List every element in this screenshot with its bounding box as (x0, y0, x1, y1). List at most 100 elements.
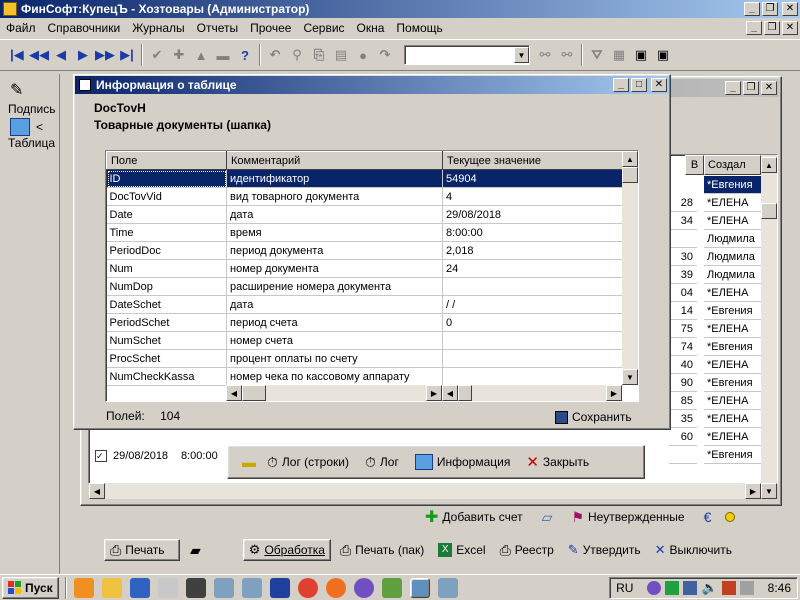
table-row[interactable]: ID идентификатор 54904 (106, 169, 623, 188)
menu-file[interactable]: Файл (0, 19, 42, 37)
fields-scroll-down-icon[interactable]: ▼ (622, 369, 638, 385)
firefox-icon[interactable] (325, 577, 346, 598)
excel-button[interactable]: X Excel (433, 539, 490, 561)
processing-button[interactable]: ⚙ Обработка (242, 539, 331, 561)
table-label[interactable]: Таблица (2, 136, 59, 150)
approve-button[interactable]: ✎ Утвердить (563, 539, 646, 561)
child-restore-button[interactable]: ❐ (764, 21, 780, 35)
window-cascade-icon[interactable]: ▣ (652, 44, 674, 66)
table-row[interactable]: Time время 8:00:00 (106, 223, 623, 242)
last-record-icon[interactable]: ▶| (116, 44, 138, 66)
prev-page-icon[interactable]: ◀◀ (28, 44, 50, 66)
media-player-icon[interactable] (73, 577, 94, 598)
network-tool-2-icon[interactable] (241, 577, 262, 598)
unconfirmed-button[interactable]: ⚑ Неутвержденные (566, 506, 689, 528)
restore-button[interactable]: ❐ (762, 2, 778, 16)
grid-hscroll-bar[interactable]: ◀ ▶ (89, 483, 761, 499)
value-scroll-thumb[interactable] (458, 385, 472, 401)
start-button[interactable]: Пуск (2, 576, 59, 599)
child-minimize-button[interactable]: _ (746, 21, 762, 35)
registry-button[interactable]: ⎙ Реестр (495, 539, 559, 561)
viber-icon[interactable] (353, 577, 374, 598)
column-header-field[interactable]: Поле (106, 151, 227, 170)
table-row[interactable]: NumCheckKassa номер чека по кассовому апп… (106, 367, 623, 386)
table-row[interactable]: NumSchet номер счета (106, 331, 623, 350)
check-icon[interactable]: ✔ (146, 44, 168, 66)
stop-icon[interactable]: ● (352, 44, 374, 66)
next-page-icon[interactable]: ▶▶ (94, 44, 116, 66)
triangle-up-icon[interactable]: ▲ (190, 44, 212, 66)
tray-app-2-icon[interactable] (739, 580, 754, 595)
info-button[interactable]: Информация (410, 451, 515, 473)
menu-other[interactable]: Прочее (244, 19, 297, 37)
search-combo[interactable]: ▼ (404, 45, 530, 65)
folder-icon[interactable] (101, 577, 122, 598)
network-tool-3-icon[interactable] (437, 577, 458, 598)
fields-hscroll-right[interactable]: ◀ ▶ (442, 385, 622, 401)
menu-service[interactable]: Сервис (297, 19, 350, 37)
table-row[interactable]: Num номер документа 24 (106, 259, 623, 278)
dialog-maximize-button[interactable]: □ (631, 78, 647, 92)
doc-close-button[interactable]: ✕ (761, 81, 777, 95)
hscroll-left-icon[interactable]: ◀ (89, 483, 105, 499)
column-header-created[interactable]: Создал (704, 155, 761, 175)
menu-directories[interactable]: Справочники (42, 19, 127, 37)
language-indicator[interactable]: RU (616, 581, 633, 595)
row-checkbox-icon[interactable]: ✓ (95, 450, 107, 462)
dialog-close-button[interactable]: ✕ (651, 78, 667, 92)
security-tray-icon[interactable] (665, 580, 680, 595)
network-tray-icon[interactable] (683, 580, 698, 595)
fields-hscroll-left[interactable]: ◀ ▶ (226, 385, 442, 401)
column-header-value[interactable]: Текущее значение (442, 151, 623, 170)
comment-scroll-left-icon[interactable]: ◀ (226, 385, 242, 401)
key-icon[interactable]: ▬ (242, 454, 256, 470)
log-rows-button[interactable]: ⏱ Лог (строки) (262, 451, 354, 473)
table-row[interactable]: DocTovVid вид товарного документа 4 (106, 187, 623, 206)
grid-scroll-down-icon[interactable]: ▼ (761, 483, 777, 499)
help-icon[interactable]: ? (234, 44, 256, 66)
fields-scroll-thumb[interactable] (622, 167, 638, 183)
grid-scroll-thumb[interactable] (761, 203, 777, 219)
search-icon[interactable]: ⚲ (286, 44, 308, 66)
binoculars-next-icon[interactable]: ⚯ (556, 44, 578, 66)
calculator-app-icon[interactable] (129, 577, 150, 598)
plus-icon[interactable]: ✚ (168, 44, 190, 66)
prev-record-icon[interactable]: ◀ (50, 44, 72, 66)
table-row[interactable]: PeriodDoc период документа 2,018 (106, 241, 623, 260)
close-action-button[interactable]: ✕ Закрыть (521, 451, 594, 473)
chrome-icon[interactable] (297, 577, 318, 598)
dialog-minimize-button[interactable]: _ (613, 78, 629, 92)
euro-icon[interactable]: € (704, 509, 712, 525)
grid-vscroll[interactable]: ▲ (761, 155, 777, 483)
exit-button[interactable]: ✕ Выключить (650, 539, 737, 561)
menu-journals[interactable]: Журналы (126, 19, 190, 37)
next-record-icon[interactable]: ▶ (72, 44, 94, 66)
table-row[interactable]: NumDop расширение номера документа (106, 277, 623, 296)
doc-restore-button[interactable]: ❐ (743, 81, 759, 95)
volume-icon[interactable]: 🔈 (701, 580, 717, 596)
active-app-icon[interactable] (409, 577, 430, 598)
book-icon[interactable]: ▱ (542, 509, 553, 526)
add-invoice-button[interactable]: ✚ Добавить счет (420, 506, 528, 528)
table-row[interactable]: ProcSchet процент оплаты по счету (106, 349, 623, 368)
copy-icon[interactable]: ⎘ (308, 44, 330, 66)
table-row[interactable]: DateSchet дата / / (106, 295, 623, 314)
fields-scroll-up-icon[interactable]: ▲ (622, 151, 638, 167)
comment-scroll-thumb[interactable] (242, 385, 266, 401)
calculator-icon[interactable]: ▦ (608, 44, 630, 66)
menu-windows[interactable]: Окна (351, 19, 391, 37)
table-icon[interactable] (10, 118, 30, 136)
minus-icon[interactable]: ▬ (212, 44, 234, 66)
window-tile-icon[interactable]: ▣ (630, 44, 652, 66)
minimize-button[interactable]: _ (744, 2, 760, 16)
close-button[interactable]: ✕ (782, 2, 798, 16)
hscroll-right-icon[interactable]: ▶ (745, 483, 761, 499)
archiver-icon[interactable] (185, 577, 206, 598)
column-header-v[interactable]: В (685, 155, 704, 175)
undo-icon[interactable]: ↶ (264, 44, 286, 66)
column-header-comment[interactable]: Комментарий (226, 151, 443, 170)
log-button[interactable]: ⏱ Лог (360, 451, 404, 473)
collapse-arrow[interactable]: < (36, 120, 43, 134)
comment-scroll-right-icon[interactable]: ▶ (426, 385, 442, 401)
fields-vscroll[interactable]: ▲ ▼ (622, 151, 638, 385)
